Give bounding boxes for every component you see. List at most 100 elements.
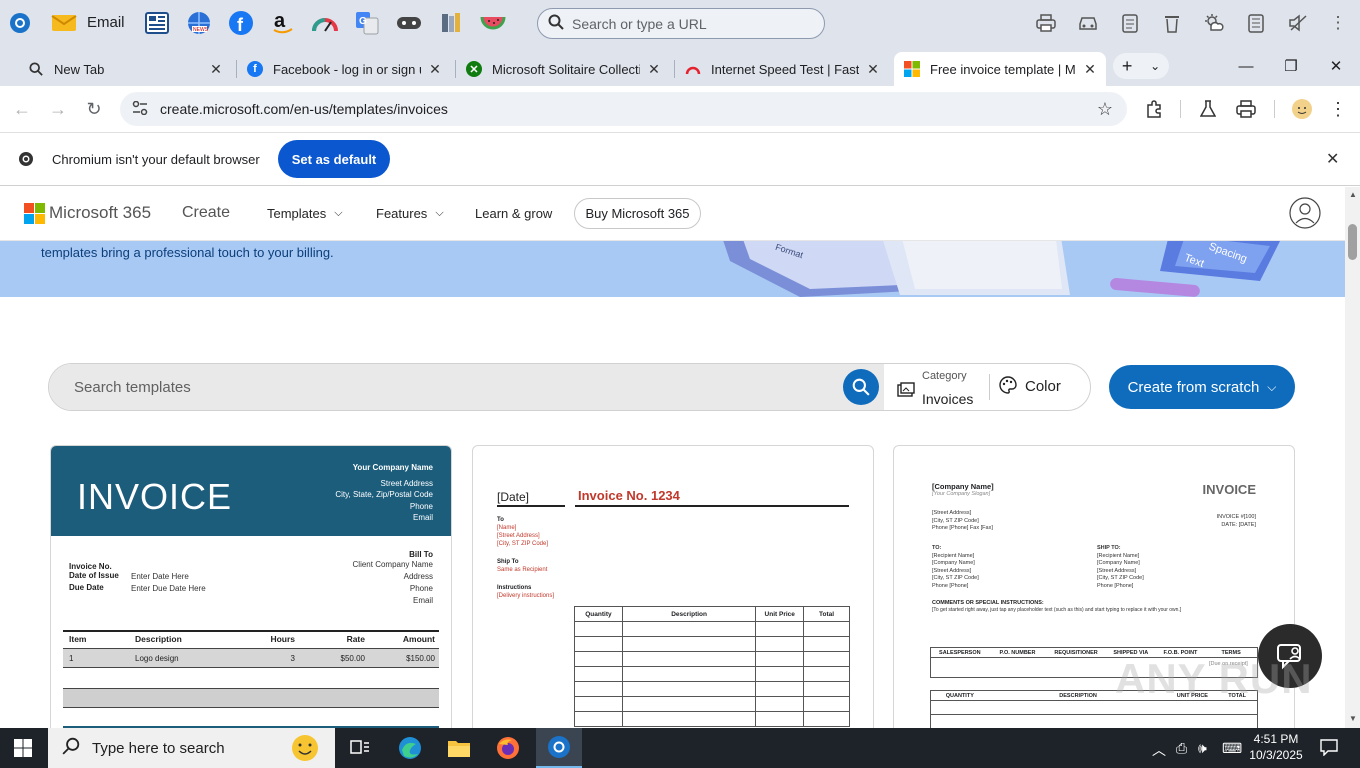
email-label[interactable]: Email [87,14,125,31]
quick-search-box[interactable]: Search or type a URL [537,8,825,39]
chrome-menu-icon[interactable]: ⋮ [1324,95,1352,123]
close-tab-icon[interactable]: ✕ [646,61,662,78]
volume-icon[interactable]: 🕪 [1198,740,1207,757]
network-icon[interactable]: ⎙ [1176,740,1187,757]
mute-icon[interactable] [1286,11,1310,35]
restore-icon[interactable]: ❐ [1275,52,1307,80]
infobar-message: Chromium isn't your default browser [52,152,260,167]
color-filter[interactable]: Color [999,376,1061,397]
edge-icon[interactable] [390,732,430,764]
reload-icon[interactable]: ↻ [80,95,108,123]
keyboard-layout-icon[interactable]: ⌨ [1222,740,1242,757]
svg-text:a: a [274,10,286,32]
template-card-red-invoice[interactable]: [Date] Invoice No. 1234 To [Name] [Stree… [472,445,874,728]
news-icon[interactable]: NEWS [185,9,213,37]
search-button[interactable] [843,369,879,405]
notifications-icon[interactable] [1320,738,1338,759]
more-menu-icon[interactable]: ⋮ [1326,11,1350,35]
profile-avatar-icon[interactable] [1288,95,1316,123]
labs-flask-icon[interactable] [1194,95,1222,123]
scroll-up-icon[interactable]: ▲ [1349,190,1357,199]
forward-icon[interactable]: → [44,95,72,123]
card1-company-line: Street Address [380,478,433,488]
tab-invoice-templates[interactable]: Free invoice template | Micr ✕ [894,52,1106,86]
tasks-icon[interactable] [1244,11,1268,35]
amazon-icon[interactable]: a [269,9,297,37]
scroll-down-icon[interactable]: ▼ [1349,714,1357,723]
card1-bill-line: Client Company Name [352,560,433,569]
microsoft-logo-icon[interactable] [24,203,45,227]
gamepad-icon[interactable] [395,9,423,37]
back-icon[interactable]: ← [8,95,36,123]
tab-facebook[interactable]: f Facebook - log in or sign up ✕ [237,52,451,86]
create-link[interactable]: Create [182,204,230,222]
nav-learn-label: Learn & grow [475,206,553,221]
minimize-icon[interactable]: — [1230,52,1262,80]
extensions-icon[interactable] [1140,95,1168,123]
firefox-icon[interactable] [488,732,528,764]
car-icon[interactable] [1076,11,1100,35]
email-icon[interactable] [50,9,78,37]
close-tab-icon[interactable]: ✕ [865,61,881,78]
card1-bill-to-label: Bill To [409,550,433,559]
notepad-icon[interactable] [1118,11,1142,35]
close-infobar-icon[interactable]: ✕ [1326,149,1339,169]
bookmark-star-icon[interactable]: ☆ [1097,99,1113,120]
print-icon[interactable] [1232,95,1260,123]
category-filter[interactable]: Category Invoices [887,364,987,410]
card1-cell: $50.00 [340,653,365,663]
tray-chevron-up-icon[interactable]: ︿ [1152,740,1166,760]
microsoft-logo-icon [904,61,920,77]
weather-icon[interactable] [1202,11,1226,35]
nav-templates-label: Templates [267,206,327,221]
address-bar[interactable]: create.microsoft.com/en-us/templates/inv… [120,92,1127,126]
card1-company-line: Phone [409,501,433,511]
scrollbar-thumb[interactable] [1348,224,1357,260]
file-explorer-icon[interactable] [439,732,479,764]
tab-speed-test[interactable]: Internet Speed Test | Fast.com ✕ [675,52,889,86]
clock[interactable]: 4:51 PM 10/3/2025 [1246,731,1306,763]
new-tab-icon[interactable]: + [1122,56,1133,77]
tab-new-tab[interactable]: New Tab ✕ [18,52,232,86]
card3-addr-line: Phone [Phone] Fax [Fax] [932,525,993,531]
search-icon [62,737,80,759]
bin-icon[interactable] [1160,11,1184,35]
sun-decoration-icon [285,730,325,768]
browser-logo-icon[interactable] [6,9,34,37]
site-info-icon[interactable] [132,100,148,118]
translate-icon[interactable]: G [353,9,381,37]
taskbar-search-box[interactable]: Type here to search [48,728,335,768]
create-from-scratch-button[interactable]: Create from scratch ⌵ [1109,365,1295,409]
close-tab-icon[interactable]: ✕ [208,61,224,78]
template-card-blue-invoice[interactable]: INVOICE Your Company Name Street Address… [50,445,452,728]
tab-search-chevron-icon[interactable]: ⌄ [1150,59,1160,73]
windows-start-icon[interactable] [14,739,32,760]
calculator-icon[interactable] [143,9,171,37]
watermelon-icon[interactable] [479,9,507,37]
watermark: ANY RUN [1115,655,1313,702]
vertical-scrollbar[interactable]: ▲ ▼ [1345,187,1360,728]
printer-icon[interactable] [1034,11,1058,35]
close-window-icon[interactable]: ✕ [1320,52,1352,80]
create-from-scratch-label: Create from scratch [1127,378,1260,396]
nav-learn-grow[interactable]: Learn & grow [475,206,552,221]
tab-solitaire[interactable]: ✕ Microsoft Solitaire Collection ✕ [456,52,670,86]
toolbar-divider [1274,100,1275,118]
card3-to-block: TO: [Recipient Name] [Company Name] [Str… [932,545,979,590]
card3-table2-row [930,715,1258,728]
set-as-default-button[interactable]: Set as default [278,140,390,178]
chromium-taskbar-icon[interactable] [536,728,582,768]
facebook-icon[interactable]: f [227,9,255,37]
close-tab-icon[interactable]: ✕ [1082,61,1098,78]
hero-banner: templates bring a professional touch to … [0,241,1345,297]
close-tab-icon[interactable]: ✕ [427,61,443,78]
books-icon[interactable] [437,9,465,37]
nav-features[interactable]: Features ⌵ [376,206,444,221]
search-templates-input[interactable]: Search templates [49,364,884,410]
brand-name[interactable]: Microsoft 365 [49,203,151,223]
account-icon[interactable] [1289,197,1321,232]
speedometer-icon[interactable] [311,9,339,37]
task-view-icon[interactable] [340,732,380,764]
buy-m365-button[interactable]: Buy Microsoft 365 [574,198,701,229]
nav-templates[interactable]: Templates ⌵ [267,206,343,221]
